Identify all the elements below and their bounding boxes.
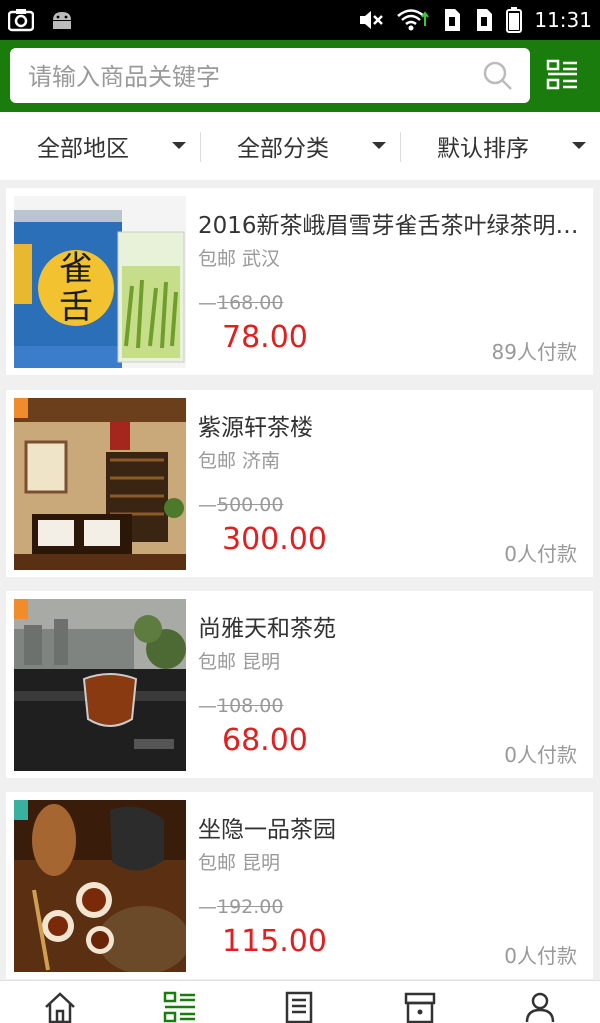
product-card[interactable]: 坐隐一品茶园 包邮昆明 192.00 115.00 0人付款	[6, 792, 593, 979]
paid-count: 0人付款	[504, 743, 577, 767]
user-icon[interactable]	[523, 991, 557, 1023]
status-time: 11:31	[534, 8, 592, 32]
paid-count: 0人付款	[504, 944, 577, 968]
nav-home[interactable]	[0, 981, 120, 1023]
paid-count: 89人付款	[491, 340, 577, 364]
mute-icon	[360, 11, 384, 29]
sale-price: 78.00	[222, 320, 308, 355]
filter-region-dropdown[interactable]: 全部地区	[0, 112, 200, 180]
home-icon[interactable]	[43, 991, 77, 1023]
package-char-2: 舌	[59, 287, 93, 327]
top-header	[0, 40, 600, 112]
product-card[interactable]: 紫源轩茶楼 包邮济南 500.00 300.00 0人付款	[6, 390, 593, 577]
corner-tag-icon	[14, 800, 28, 820]
filter-bar: 全部地区 全部分类 默认排序	[0, 112, 600, 180]
nav-news[interactable]	[240, 981, 360, 1023]
nav-category[interactable]	[120, 981, 240, 1023]
caret-down-icon	[372, 142, 386, 149]
category-list-icon[interactable]	[163, 991, 197, 1023]
shipping-label: 包邮	[198, 852, 237, 874]
product-meta: 包邮 昆明	[198, 647, 280, 674]
original-price: 500.00	[198, 494, 283, 516]
product-image: 雀 舌	[14, 196, 186, 368]
caret-down-icon	[172, 142, 186, 149]
shipping-label: 包邮	[198, 651, 237, 673]
corner-tag-icon	[14, 599, 28, 619]
city-label: 昆明	[242, 651, 281, 673]
sale-price: 300.00	[222, 522, 327, 557]
nav-user[interactable]	[480, 981, 600, 1023]
paid-count: 0人付款	[504, 542, 577, 566]
filter-sort-dropdown[interactable]: 默认排序	[400, 112, 600, 180]
news-icon[interactable]	[283, 991, 317, 1023]
battery-icon	[506, 7, 523, 33]
corner-tag-icon	[14, 398, 28, 418]
search-icon[interactable]	[482, 60, 514, 92]
product-meta: 包邮 济南	[198, 446, 280, 473]
filter-category-dropdown[interactable]: 全部分类	[200, 112, 400, 180]
product-title[interactable]: 尚雅天和茶苑	[198, 609, 586, 643]
filter-sort-label: 默认排序	[437, 136, 529, 162]
original-price: 168.00	[198, 292, 283, 314]
search-box[interactable]	[10, 48, 530, 105]
sale-price: 115.00	[222, 924, 327, 959]
filter-category-label: 全部分类	[237, 136, 329, 162]
product-image	[14, 599, 186, 771]
sim1-icon	[445, 9, 461, 31]
sale-price: 68.00	[222, 723, 308, 758]
list-menu-icon[interactable]	[546, 58, 580, 92]
status-bar: 11:31	[0, 0, 600, 40]
caret-down-icon	[572, 142, 586, 149]
shipping-label: 包邮	[198, 248, 237, 270]
wifi-icon	[397, 9, 430, 31]
shop-icon[interactable]	[403, 991, 437, 1023]
product-title[interactable]: 紫源轩茶楼	[198, 408, 586, 442]
product-title[interactable]: 2016新茶峨眉雪芽雀舌茶叶绿茶明前特级	[198, 206, 586, 240]
original-price: 192.00	[198, 896, 283, 918]
sim2-icon	[477, 9, 493, 31]
product-image	[14, 398, 186, 570]
shipping-label: 包邮	[198, 450, 237, 472]
search-input[interactable]	[26, 48, 470, 105]
android-icon	[53, 12, 71, 29]
original-price: 108.00	[198, 695, 283, 717]
bottom-nav	[0, 980, 600, 1023]
product-title[interactable]: 坐隐一品茶园	[198, 810, 586, 844]
city-label: 昆明	[242, 852, 281, 874]
product-meta: 包邮 昆明	[198, 848, 280, 875]
product-card[interactable]: 尚雅天和茶苑 包邮昆明 108.00 68.00 0人付款	[6, 591, 593, 778]
screenshot-icon	[8, 9, 34, 32]
product-image	[14, 800, 186, 972]
product-meta: 包邮 武汉	[198, 244, 280, 271]
product-card[interactable]: 雀 舌 2016新茶峨眉雪芽雀舌茶叶绿茶明前特级 包邮武汉 168.00 78.…	[6, 188, 593, 375]
filter-region-label: 全部地区	[37, 136, 129, 162]
city-label: 武汉	[242, 248, 281, 270]
package-char-1: 雀	[59, 249, 93, 289]
nav-shop[interactable]	[360, 981, 480, 1023]
city-label: 济南	[242, 450, 281, 472]
